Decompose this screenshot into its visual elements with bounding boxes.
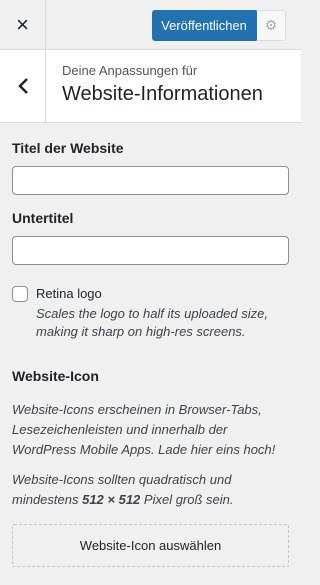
customizer-topbar: × Veröffentlichen ⚙ <box>0 0 301 50</box>
gear-icon[interactable]: ⚙ <box>256 10 286 41</box>
site-title-input[interactable] <box>12 166 289 195</box>
page-title: Website-Informationen <box>62 83 263 105</box>
tagline-label: Untertitel <box>12 210 74 226</box>
site-title-label: Titel der Website <box>12 140 124 156</box>
back-icon[interactable] <box>0 50 46 122</box>
header-subtitle: Deine Anpassungen für <box>62 63 198 78</box>
site-icon-size-note: Website-Icons sollten quadratisch und mi… <box>12 472 234 507</box>
site-icon-title: Website-Icon <box>12 368 99 384</box>
size-value: 512 × 512 <box>82 492 141 507</box>
tagline-input[interactable] <box>12 236 289 265</box>
select-site-icon-button[interactable]: Website-Icon auswählen <box>12 524 289 567</box>
close-icon[interactable]: × <box>0 0 46 49</box>
retina-logo-description: Scales the logo to half its uploaded siz… <box>36 306 268 339</box>
retina-logo-label[interactable]: Retina logo <box>36 286 102 301</box>
section-header: Deine Anpassungen für Website-Informatio… <box>0 50 301 123</box>
retina-logo-checkbox[interactable] <box>12 286 28 302</box>
publish-button[interactable]: Veröffentlichen <box>152 10 256 41</box>
site-icon-description: Website-Icons erscheinen in Browser-Tabs… <box>12 402 276 457</box>
